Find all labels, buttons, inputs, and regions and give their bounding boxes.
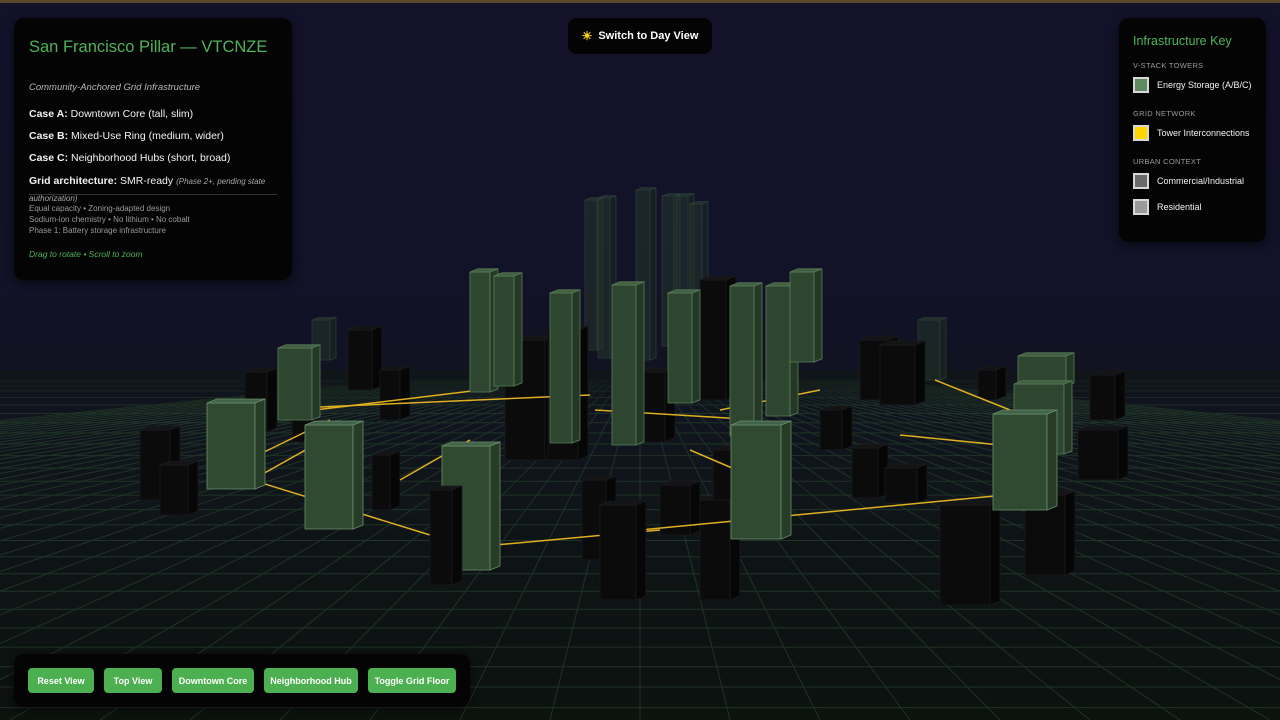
case-a-text: Downtown Core (tall, slim) bbox=[70, 108, 194, 120]
legend-label-commercial: Commercial/Industrial bbox=[1157, 176, 1245, 186]
legend-item-interconnections: Tower Interconnections bbox=[1133, 125, 1250, 141]
swatch-commercial bbox=[1133, 173, 1149, 189]
storage-tower-front bbox=[730, 420, 792, 540]
commercial-building bbox=[977, 365, 1007, 401]
case-b-line: Case B: Mixed-Use Ring (medium, wider) bbox=[29, 130, 224, 142]
legend-item-commercial: Commercial/Industrial bbox=[1133, 173, 1244, 189]
grid-value: SMR-ready bbox=[120, 175, 174, 187]
case-b-text: Mixed-Use Ring (medium, wider) bbox=[71, 130, 224, 142]
commercial-building bbox=[1089, 370, 1126, 421]
note-phase: Phase 1: Battery storage infrastructure bbox=[29, 226, 166, 235]
controls-panel: Reset View Top View Downtown Core Neighb… bbox=[14, 654, 470, 707]
note-chemistry: Sodium-ion chemistry • No lithium • No c… bbox=[29, 215, 190, 224]
legend-section-grid: GRID NETWORK bbox=[1133, 109, 1196, 118]
neighborhood-hub-button[interactable]: Neighborhood Hub bbox=[264, 668, 358, 693]
commercial-building bbox=[371, 450, 401, 511]
legend-section-towers: V-STACK TOWERS bbox=[1133, 61, 1204, 70]
legend-title: Infrastructure Key bbox=[1133, 34, 1232, 48]
commercial-building bbox=[379, 365, 411, 421]
legend-label-interconnections: Tower Interconnections bbox=[1157, 128, 1250, 138]
storage-tower-front bbox=[992, 409, 1058, 511]
legend-item-energy-storage: Energy Storage (A/B/C) bbox=[1133, 77, 1252, 93]
storage-tower-front bbox=[206, 398, 266, 490]
info-subtitle: Community-Anchored Grid Infrastructure bbox=[29, 82, 201, 93]
case-c-text: Neighborhood Hubs (short, broad) bbox=[71, 152, 231, 164]
commercial-building bbox=[1077, 425, 1129, 481]
storage-tower-mid bbox=[729, 282, 763, 437]
toggle-grid-floor-button[interactable]: Toggle Grid Floor bbox=[368, 668, 456, 693]
commercial-building bbox=[159, 460, 199, 516]
case-b-label: Case B: bbox=[29, 130, 69, 142]
commercial-building bbox=[939, 500, 1001, 606]
storage-tower-mid bbox=[493, 272, 523, 387]
grid-label: Grid architecture: bbox=[29, 175, 118, 187]
downtown-core-button[interactable]: Downtown Core bbox=[172, 668, 254, 693]
info-title: San Francisco Pillar — VTCNZE bbox=[29, 38, 268, 56]
legend-section-urban: URBAN CONTEXT bbox=[1133, 157, 1202, 166]
storage-tower-mid bbox=[549, 289, 581, 444]
commercial-building bbox=[879, 340, 926, 406]
case-c-label: Case C: bbox=[29, 152, 69, 164]
day-view-label: Switch to Day View bbox=[598, 30, 699, 42]
divider bbox=[29, 194, 277, 195]
top-view-button[interactable]: Top View bbox=[104, 668, 162, 693]
note-capacity: Equal capacity • Zoning-adapted design bbox=[29, 204, 171, 213]
commercial-building bbox=[851, 443, 889, 499]
storage-tower-mid bbox=[611, 281, 645, 446]
case-c-line: Case C: Neighborhood Hubs (short, broad) bbox=[29, 152, 230, 164]
commercial-building-front bbox=[429, 485, 463, 586]
swatch-interconnections bbox=[1133, 125, 1149, 141]
reset-view-button[interactable]: Reset View bbox=[28, 668, 94, 693]
case-a-line: Case A: Downtown Core (tall, slim) bbox=[29, 108, 193, 120]
commercial-building bbox=[347, 325, 383, 391]
commercial-building bbox=[884, 463, 928, 504]
storage-tower-mid bbox=[789, 268, 823, 363]
legend-label-residential: Residential bbox=[1157, 202, 1202, 212]
swatch-residential bbox=[1133, 199, 1149, 215]
storage-tower-mid bbox=[667, 289, 701, 404]
info-panel: San Francisco Pillar — VTCNZE Community-… bbox=[14, 18, 292, 280]
legend-panel: Infrastructure Key V-STACK TOWERS Energy… bbox=[1119, 18, 1266, 242]
swatch-energy-storage bbox=[1133, 77, 1149, 93]
commercial-building bbox=[819, 405, 853, 451]
grid-architecture-line: Grid architecture: SMR-ready (Phase 2+, … bbox=[29, 173, 279, 207]
sun-icon: ☀ bbox=[581, 29, 593, 43]
commercial-building-front bbox=[599, 500, 647, 601]
legend-item-residential: Residential bbox=[1133, 199, 1202, 215]
storage-tower-mid bbox=[277, 344, 321, 421]
legend-label-energy-storage: Energy Storage (A/B/C) bbox=[1157, 80, 1252, 90]
interaction-hint: Drag to rotate • Scroll to zoom bbox=[29, 249, 143, 259]
day-view-button[interactable]: ☀ Switch to Day View bbox=[568, 18, 712, 54]
storage-tower-front bbox=[304, 420, 364, 530]
case-a-label: Case A: bbox=[29, 108, 68, 120]
